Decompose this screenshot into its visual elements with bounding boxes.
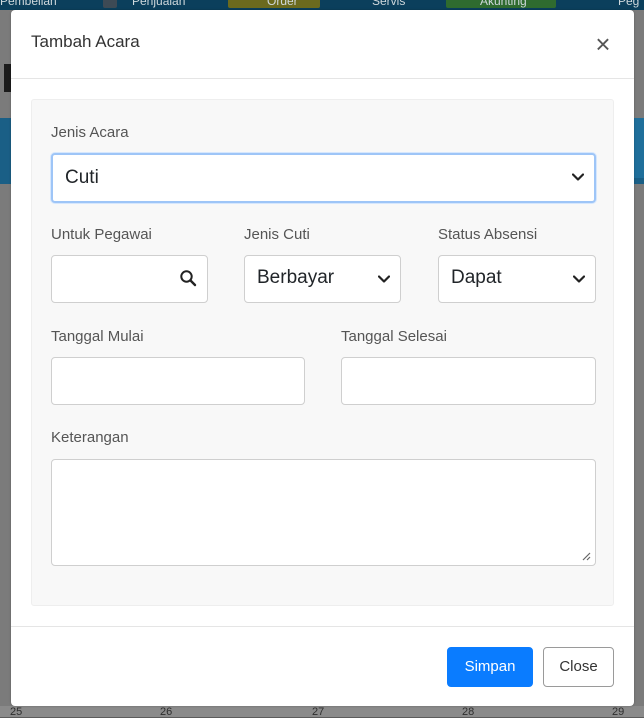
add-event-modal: Tambah Acara × Jenis Acara Cuti Untuk Pe… (11, 10, 634, 706)
nav-item-order: Order (267, 0, 298, 8)
nav-item-akunting: Akunting (480, 0, 527, 8)
untuk-pegawai-label: Untuk Pegawai (51, 226, 152, 243)
status-absensi-select[interactable]: Dapat (438, 255, 596, 303)
background-navbar: Pembelian Penjualan Order Servis Akuntin… (0, 0, 644, 10)
keterangan-label: Keterangan (51, 429, 129, 446)
calendar-day: 26 (160, 706, 173, 718)
close-button[interactable]: Close (543, 647, 614, 687)
keterangan-textarea[interactable] (51, 459, 596, 566)
untuk-pegawai-input[interactable] (51, 255, 208, 303)
nav-item-pembelian: Pembelian (0, 0, 57, 8)
chevron-down-icon (573, 275, 585, 283)
modal-title: Tambah Acara (31, 32, 140, 51)
chevron-down-icon (572, 173, 584, 181)
close-icon[interactable]: × (593, 31, 613, 57)
calendar-day: 29 (612, 706, 625, 718)
jenis-cuti-label: Jenis Cuti (244, 226, 310, 243)
jenis-cuti-select[interactable]: Berbayar (244, 255, 401, 303)
jenis-cuti-value: Berbayar (257, 267, 335, 288)
calendar-day: 25 (10, 706, 23, 718)
nav-item-servis: Servis (372, 0, 406, 8)
form-panel: Jenis Acara Cuti Untuk Pegawai Jenis Cut… (31, 99, 614, 606)
chevron-down-icon (378, 275, 390, 283)
tanggal-selesai-label: Tanggal Selesai (341, 328, 447, 345)
nav-icon (103, 0, 117, 8)
nav-item-penjualan: Penjualan (132, 0, 186, 8)
jenis-acara-select[interactable]: Cuti (51, 153, 596, 203)
search-icon[interactable] (179, 269, 197, 287)
resize-handle-icon[interactable] (581, 551, 591, 561)
modal-footer: Simpan Close (11, 626, 634, 707)
background-side-panel (634, 118, 644, 178)
tanggal-mulai-input[interactable] (51, 357, 305, 405)
save-button[interactable]: Simpan (447, 647, 533, 687)
jenis-acara-value: Cuti (65, 167, 99, 188)
tanggal-selesai-input[interactable] (341, 357, 596, 405)
jenis-acara-label: Jenis Acara (51, 124, 129, 141)
calendar-day: 27 (312, 706, 325, 718)
nav-item-peg: Peg (618, 0, 640, 8)
modal-header: Tambah Acara × (11, 10, 634, 79)
status-absensi-label: Status Absensi (438, 226, 538, 243)
status-absensi-value: Dapat (451, 267, 502, 288)
tanggal-mulai-label: Tanggal Mulai (51, 328, 144, 345)
calendar-day: 28 (462, 706, 475, 718)
background-calendar-row: 25 26 27 28 29 (0, 706, 644, 718)
